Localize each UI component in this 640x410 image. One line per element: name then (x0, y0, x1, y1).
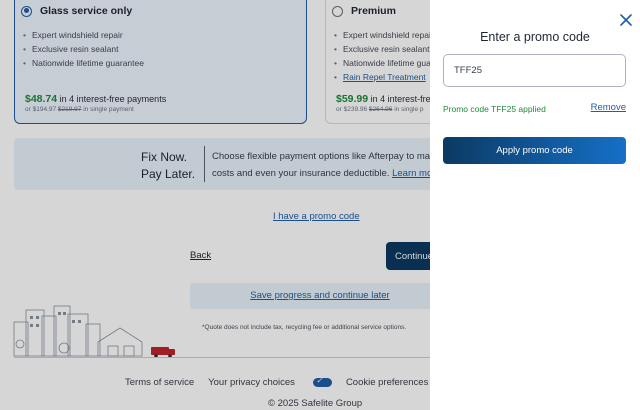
promo-applied-message: Promo code TFF25 applied (443, 104, 546, 114)
promo-code-input[interactable] (443, 54, 626, 87)
remove-promo-link[interactable]: Remove (591, 102, 626, 113)
drawer-title: Enter a promo code (480, 30, 590, 44)
apply-promo-button[interactable]: Apply promo code (443, 137, 626, 164)
close-icon[interactable] (619, 13, 633, 27)
promo-code-drawer: Enter a promo code Promo code TFF25 appl… (430, 0, 640, 410)
